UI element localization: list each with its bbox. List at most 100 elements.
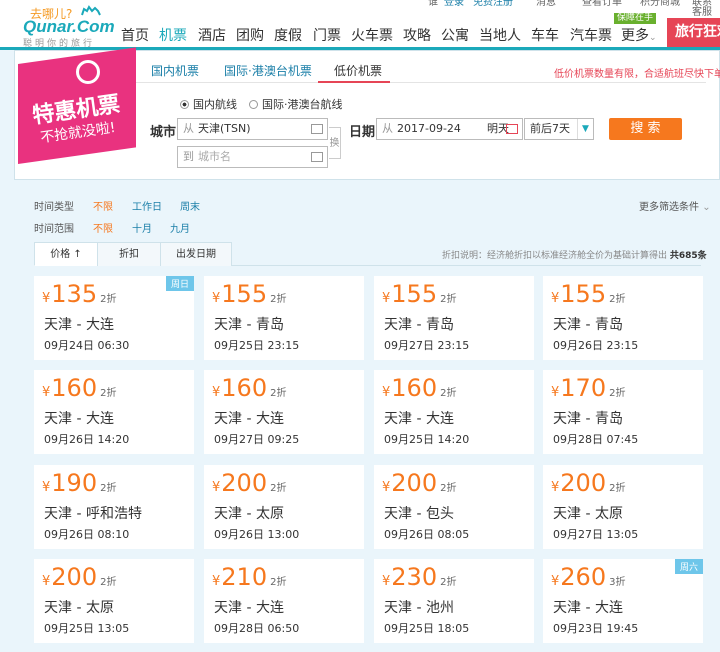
nav-flights[interactable]: 机票 [159, 25, 187, 45]
flight-card[interactable]: ¥160 2折 天津 - 大连 09月27日 09:25 [204, 370, 364, 454]
flight-card[interactable]: ¥190 2折 天津 - 呼和浩特 09月26日 08:10 [34, 465, 194, 549]
date-input[interactable]: 从 2017-09-24 明天 [376, 118, 523, 140]
swap-cities-button[interactable]: 换 [329, 127, 341, 159]
qunar-logo[interactable]: 去哪儿? Qunar.Com 聪明你的旅行 [10, 2, 115, 49]
flight-route: 天津 - 呼和浩特 [44, 506, 142, 522]
filter-range-any[interactable]: 不限 [93, 220, 113, 235]
flight-card[interactable]: ¥155 2折 天津 - 青岛 09月27日 23:15 [374, 276, 534, 360]
discount-value: 2折 [440, 388, 457, 399]
flight-departure-time: 09月25日 18:05 [384, 622, 470, 635]
price-value: 155 [391, 280, 438, 308]
flight-card[interactable]: ¥170 2折 天津 - 青岛 09月28日 07:45 [543, 370, 703, 454]
flight-route: 天津 - 青岛 [384, 317, 454, 333]
nav-bus[interactable]: 汽车票 [570, 25, 612, 45]
flight-departure-time: 09月28日 07:45 [553, 433, 639, 446]
tab-domestic[interactable]: 国内机票 [151, 62, 199, 79]
filter-range-september[interactable]: 九月 [170, 220, 190, 235]
flight-card[interactable]: ¥210 2折 天津 - 大连 09月28日 06:50 [204, 559, 364, 643]
to-prefix: 到 [183, 150, 194, 163]
nav-guides[interactable]: 攻略 [403, 25, 431, 45]
result-count: 共685条 [669, 251, 707, 261]
filter-time-range-label: 时间范围 [34, 224, 74, 235]
register-link[interactable]: 免费注册 [473, 0, 513, 8]
nav-locals[interactable]: 当地人 [479, 25, 521, 45]
filter-type-any[interactable]: 不限 [93, 198, 113, 213]
filter-type-weekday[interactable]: 工作日 [132, 198, 162, 213]
date-range-select[interactable]: 前后7天 ▼ [524, 118, 594, 140]
discount-value: 2折 [609, 388, 626, 399]
price-value: 210 [221, 563, 268, 591]
price-value: 160 [391, 374, 438, 402]
points-mall-link[interactable]: 积分商城 [640, 0, 680, 8]
flight-departure-time: 09月25日 14:20 [384, 433, 470, 446]
nav-hotels[interactable]: 酒店 [198, 25, 226, 45]
flight-card[interactable]: ¥135 2折 天津 - 大连 09月24日 06:30 周日 [34, 276, 194, 360]
flight-route: 天津 - 青岛 [553, 317, 623, 333]
flight-card[interactable]: ¥155 2折 天津 - 青岛 09月26日 23:15 [543, 276, 703, 360]
flight-price: ¥155 2折 [551, 280, 625, 308]
topbar-user: 谁 [428, 0, 438, 8]
flight-card[interactable]: ¥200 2折 天津 - 太原 09月26日 13:00 [204, 465, 364, 549]
messages-link[interactable]: 消息 [536, 0, 556, 8]
flight-route: 天津 - 大连 [214, 411, 284, 427]
flight-card[interactable]: ¥200 2折 天津 - 太原 09月27日 13:05 [543, 465, 703, 549]
sort-by-date[interactable]: 出发日期 [160, 242, 232, 266]
currency-symbol: ¥ [551, 480, 560, 495]
radio-domestic[interactable]: 国内航线 [180, 96, 237, 112]
filter-range-october[interactable]: 十月 [132, 220, 152, 235]
tab-low-price[interactable]: 低价机票 [334, 62, 382, 79]
tab-international[interactable]: 国际·港澳台机票 [224, 62, 312, 79]
filter-type-weekend[interactable]: 周末 [180, 198, 200, 213]
discount-value: 2折 [270, 483, 287, 494]
nav-vacation[interactable]: 度假 [274, 25, 302, 45]
orders-link[interactable]: 查看订单 [582, 0, 622, 8]
price-value: 200 [221, 469, 268, 497]
flight-route: 天津 - 太原 [214, 506, 284, 522]
login-link[interactable]: 登录 [444, 0, 464, 8]
flight-card[interactable]: ¥160 2折 天津 - 大连 09月26日 14:20 [34, 370, 194, 454]
to-city-input[interactable]: 到城市名 [177, 146, 328, 168]
discount-value: 2折 [440, 294, 457, 305]
city-list-icon[interactable] [311, 152, 323, 162]
flight-price: ¥155 2折 [382, 280, 456, 308]
discount-value: 3折 [609, 577, 626, 588]
flight-route: 天津 - 太原 [44, 600, 114, 616]
nav-apartments[interactable]: 公寓 [441, 25, 469, 45]
site-header: 谁 登录 免费注册 消息 查看订单 积分商城 联系客服 去哪儿? Qunar.C… [0, 0, 720, 50]
more-filters-link[interactable]: 更多筛选条件 ⌄ [639, 198, 711, 213]
travel-carnival-button[interactable]: 旅行狂欢 [667, 18, 720, 47]
flight-route: 天津 - 大连 [384, 411, 454, 427]
flight-route: 天津 - 包头 [384, 506, 454, 522]
price-value: 200 [51, 563, 98, 591]
calendar-icon[interactable] [506, 124, 518, 134]
nav-tickets[interactable]: 门票 [313, 25, 341, 45]
more-filters-label: 更多筛选条件 [639, 202, 699, 213]
radio-checked-icon [180, 100, 189, 109]
sort-by-discount[interactable]: 折扣 [97, 242, 161, 266]
currency-symbol: ¥ [42, 480, 51, 495]
date-prefix: 从 [382, 122, 393, 135]
from-city-input[interactable]: 从天津(TSN) [177, 118, 328, 140]
nav-train[interactable]: 火车票 [351, 25, 393, 45]
customer-service-link[interactable]: 联系客服 [692, 0, 720, 18]
nav-home[interactable]: 首页 [121, 25, 149, 45]
flight-card[interactable]: ¥230 2折 天津 - 池州 09月25日 18:05 [374, 559, 534, 643]
flight-departure-time: 09月26日 08:05 [384, 528, 470, 541]
flight-card[interactable]: ¥155 2折 天津 - 青岛 09月25日 23:15 [204, 276, 364, 360]
flight-card[interactable]: ¥160 2折天津 - 大连 09月25日 14:20 [374, 370, 534, 454]
search-button[interactable]: 搜 索 [609, 118, 682, 140]
radio-international[interactable]: 国际·港澳台航线 [249, 96, 343, 112]
flight-price: ¥200 2折 [42, 563, 116, 591]
sort-by-price[interactable]: 价格 ↑ [34, 242, 98, 266]
nav-car[interactable]: 车车 [531, 25, 559, 45]
city-list-icon[interactable] [311, 124, 323, 134]
flight-card[interactable]: ¥260 3折 天津 - 大连 09月23日 19:45 周六 [543, 559, 703, 643]
currency-symbol: ¥ [382, 385, 391, 400]
nav-more[interactable]: 更多⌄ [621, 25, 657, 45]
flight-departure-time: 09月24日 06:30 [44, 339, 130, 352]
nav-groupbuy[interactable]: 团购 [236, 25, 264, 45]
flight-card[interactable]: ¥200 2折 天津 - 太原 09月25日 13:05 [34, 559, 194, 643]
price-value: 155 [221, 280, 268, 308]
discount-value: 2折 [100, 577, 117, 588]
flight-card[interactable]: ¥200 2折 天津 - 包头 09月26日 08:05 [374, 465, 534, 549]
